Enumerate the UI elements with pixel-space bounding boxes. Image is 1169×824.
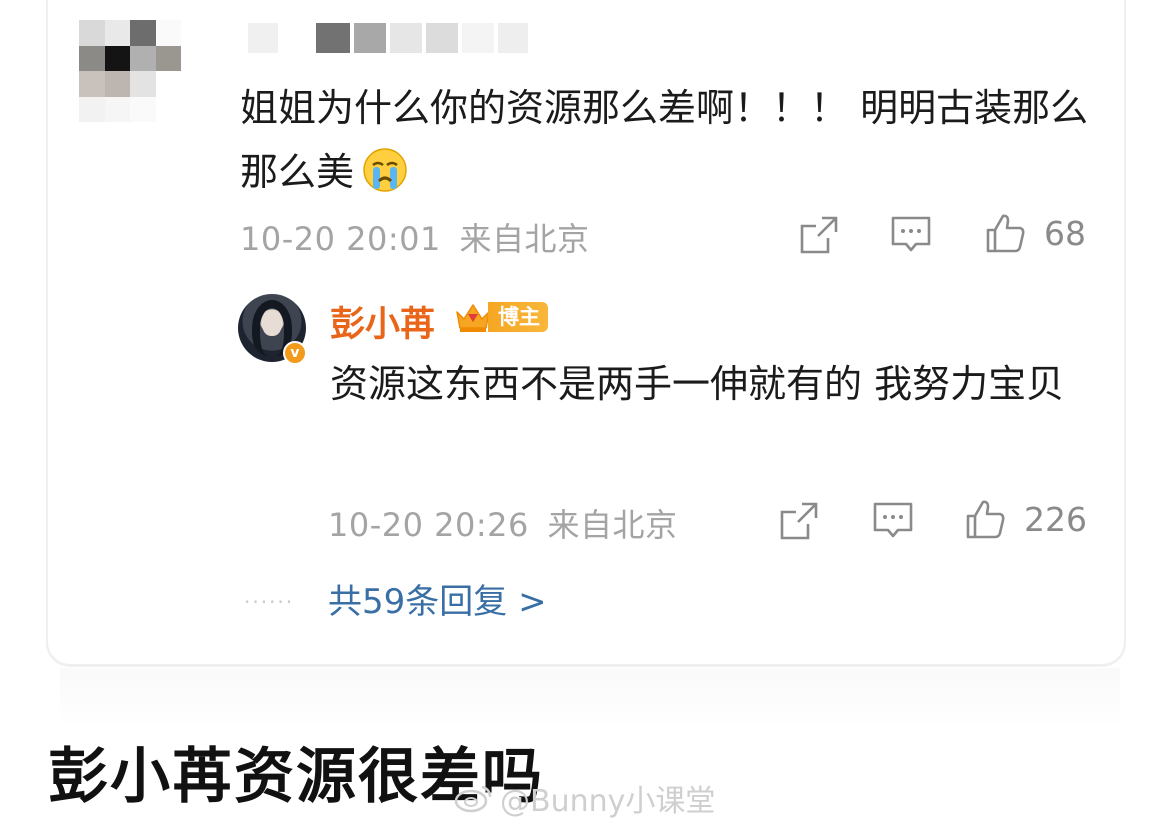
like-icon[interactable] [984, 212, 1026, 254]
watermark-text: @Bunny小课堂 [500, 784, 716, 819]
comment-icon[interactable] [890, 214, 932, 256]
watermark: @Bunny小课堂 [454, 776, 715, 820]
reply-author-name[interactable]: 彭小苒 [330, 296, 435, 347]
reply-meta: 10-20 20:26 来自北京 [328, 500, 678, 546]
reply-text: 资源这东西不是两手一伸就有的 我努力宝贝 [330, 362, 1065, 406]
comment-location: 来自北京 [459, 220, 590, 258]
crying-face-emoji-icon [363, 148, 407, 192]
host-badge-label: 博主 [488, 302, 548, 332]
like-icon[interactable] [964, 498, 1006, 540]
blurred-strip [60, 668, 1120, 728]
more-replies-link[interactable]: 共59条回复 > [328, 574, 547, 623]
comment-time: 10-20 20:01 [240, 220, 441, 258]
weibo-logo-icon [454, 785, 492, 813]
commenter-avatar-pixelated[interactable] [79, 20, 181, 122]
comment-like-count: 68 [1044, 214, 1086, 253]
reply-like-count: 226 [1024, 500, 1087, 539]
share-icon[interactable] [798, 214, 840, 256]
commenter-name-pixelated[interactable] [248, 22, 528, 54]
comment-text: 姐姐为什么你的资源那么差啊！！！ 明明古装那么那么美 [240, 76, 1100, 204]
share-icon[interactable] [778, 500, 820, 542]
reply-time: 10-20 20:26 [328, 506, 529, 544]
comment-meta: 10-20 20:01 来自北京 [240, 214, 590, 260]
thread-dots: ······ [244, 590, 295, 614]
verified-badge-icon: v [283, 341, 307, 365]
crown-icon [456, 304, 490, 332]
host-badge: 博主 [454, 300, 548, 334]
reply-location: 来自北京 [547, 506, 678, 544]
comment-icon[interactable] [872, 500, 914, 542]
